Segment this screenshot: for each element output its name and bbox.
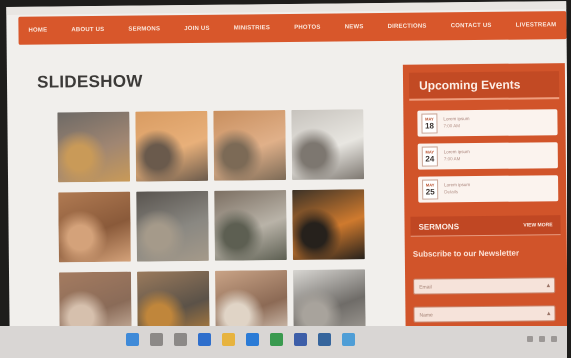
dropbox-icon[interactable] xyxy=(198,333,211,346)
chrome-icon[interactable] xyxy=(270,333,283,346)
nav-livestream[interactable]: LIVESTREAM xyxy=(516,22,557,28)
explorer-icon[interactable] xyxy=(222,333,235,346)
nav-join-us[interactable]: JOIN US xyxy=(184,26,209,32)
event-time: Details xyxy=(444,189,458,195)
sermons-label: SERMONS xyxy=(418,222,460,232)
store-icon[interactable] xyxy=(294,333,307,346)
photo-icon[interactable] xyxy=(291,109,365,180)
photo-icon[interactable] xyxy=(213,110,287,181)
photo-icon[interactable] xyxy=(135,110,209,182)
nav-sermons[interactable]: SERMONS xyxy=(128,26,160,32)
nav-directions[interactable]: DIRECTIONS xyxy=(388,24,427,30)
calendar-date-badge: MAY 25 xyxy=(422,179,439,200)
event-card[interactable]: MAY 24 Lorem ipsum 7:00 AM xyxy=(417,142,558,170)
newsletter-heading: Subscribe to our Newsletter xyxy=(412,248,520,259)
event-time: 7:00 AM xyxy=(443,156,461,162)
sidebar: Upcoming Events MAY 18 Lorem ipsum 7:00 … xyxy=(402,63,568,349)
field-arrow-icon: ▴ xyxy=(546,310,551,318)
photo-icon[interactable] xyxy=(136,190,209,262)
event-day: 18 xyxy=(424,121,434,131)
taskbar-icons xyxy=(126,333,355,346)
event-time: 7:00 AM xyxy=(443,123,461,129)
tray-icon[interactable] xyxy=(539,336,545,342)
nav-news[interactable]: NEWS xyxy=(345,24,364,30)
edge-icon[interactable] xyxy=(246,333,259,346)
tray-icon[interactable] xyxy=(551,336,557,342)
photo-icon[interactable] xyxy=(214,190,287,261)
taskview-icon[interactable] xyxy=(174,333,187,346)
photo-icon[interactable] xyxy=(292,189,365,260)
sermons-bar: SERMONS VIEW MORE xyxy=(410,215,561,237)
nav-contact-us[interactable]: CONTACT US xyxy=(451,23,492,29)
name-placeholder: Name xyxy=(419,312,433,319)
app-icon[interactable] xyxy=(342,333,355,346)
field-arrow-icon: ▴ xyxy=(546,282,551,290)
mail-icon[interactable] xyxy=(318,333,331,346)
event-name: Lorem ipsum xyxy=(443,149,470,155)
calendar-date-badge: MAY 24 xyxy=(421,146,438,167)
name-field[interactable]: Name ▴ xyxy=(413,305,556,323)
photo-icon[interactable] xyxy=(58,191,131,263)
event-day: 25 xyxy=(425,187,435,197)
nav-home[interactable]: HOME xyxy=(28,28,47,34)
start-icon[interactable] xyxy=(126,333,139,346)
event-name: Lorem ipsum xyxy=(443,116,470,122)
monitor-bezel xyxy=(567,0,571,358)
email-field[interactable]: Email ▴ xyxy=(413,277,556,295)
monitor-screen: HOME ABOUT US SERMONS JOIN US MINISTRIES… xyxy=(6,1,570,349)
system-tray xyxy=(527,336,557,342)
email-placeholder: Email xyxy=(419,284,432,291)
upcoming-events-heading: Upcoming Events xyxy=(408,71,560,101)
nav-ministries[interactable]: MINISTRIES xyxy=(234,25,270,31)
nav-photos[interactable]: PHOTOS xyxy=(294,25,320,31)
os-taskbar xyxy=(0,326,571,358)
event-day: 24 xyxy=(425,154,435,164)
view-more-link[interactable]: VIEW MORE xyxy=(523,222,552,228)
page-title: SLIDESHOW xyxy=(36,71,143,92)
search-icon[interactable] xyxy=(150,333,163,346)
nav-about-us[interactable]: ABOUT US xyxy=(71,27,104,33)
photo-icon[interactable] xyxy=(57,111,131,183)
event-name: Lorem ipsum xyxy=(444,182,471,188)
calendar-date-badge: MAY 18 xyxy=(421,113,438,134)
event-card[interactable]: MAY 18 Lorem ipsum 7:00 AM xyxy=(417,109,558,137)
tray-icon[interactable] xyxy=(527,336,533,342)
event-card[interactable]: MAY 25 Lorem ipsum Details xyxy=(418,175,559,203)
main-navbar: HOME ABOUT US SERMONS JOIN US MINISTRIES… xyxy=(18,11,567,45)
photo-gallery xyxy=(57,109,377,344)
